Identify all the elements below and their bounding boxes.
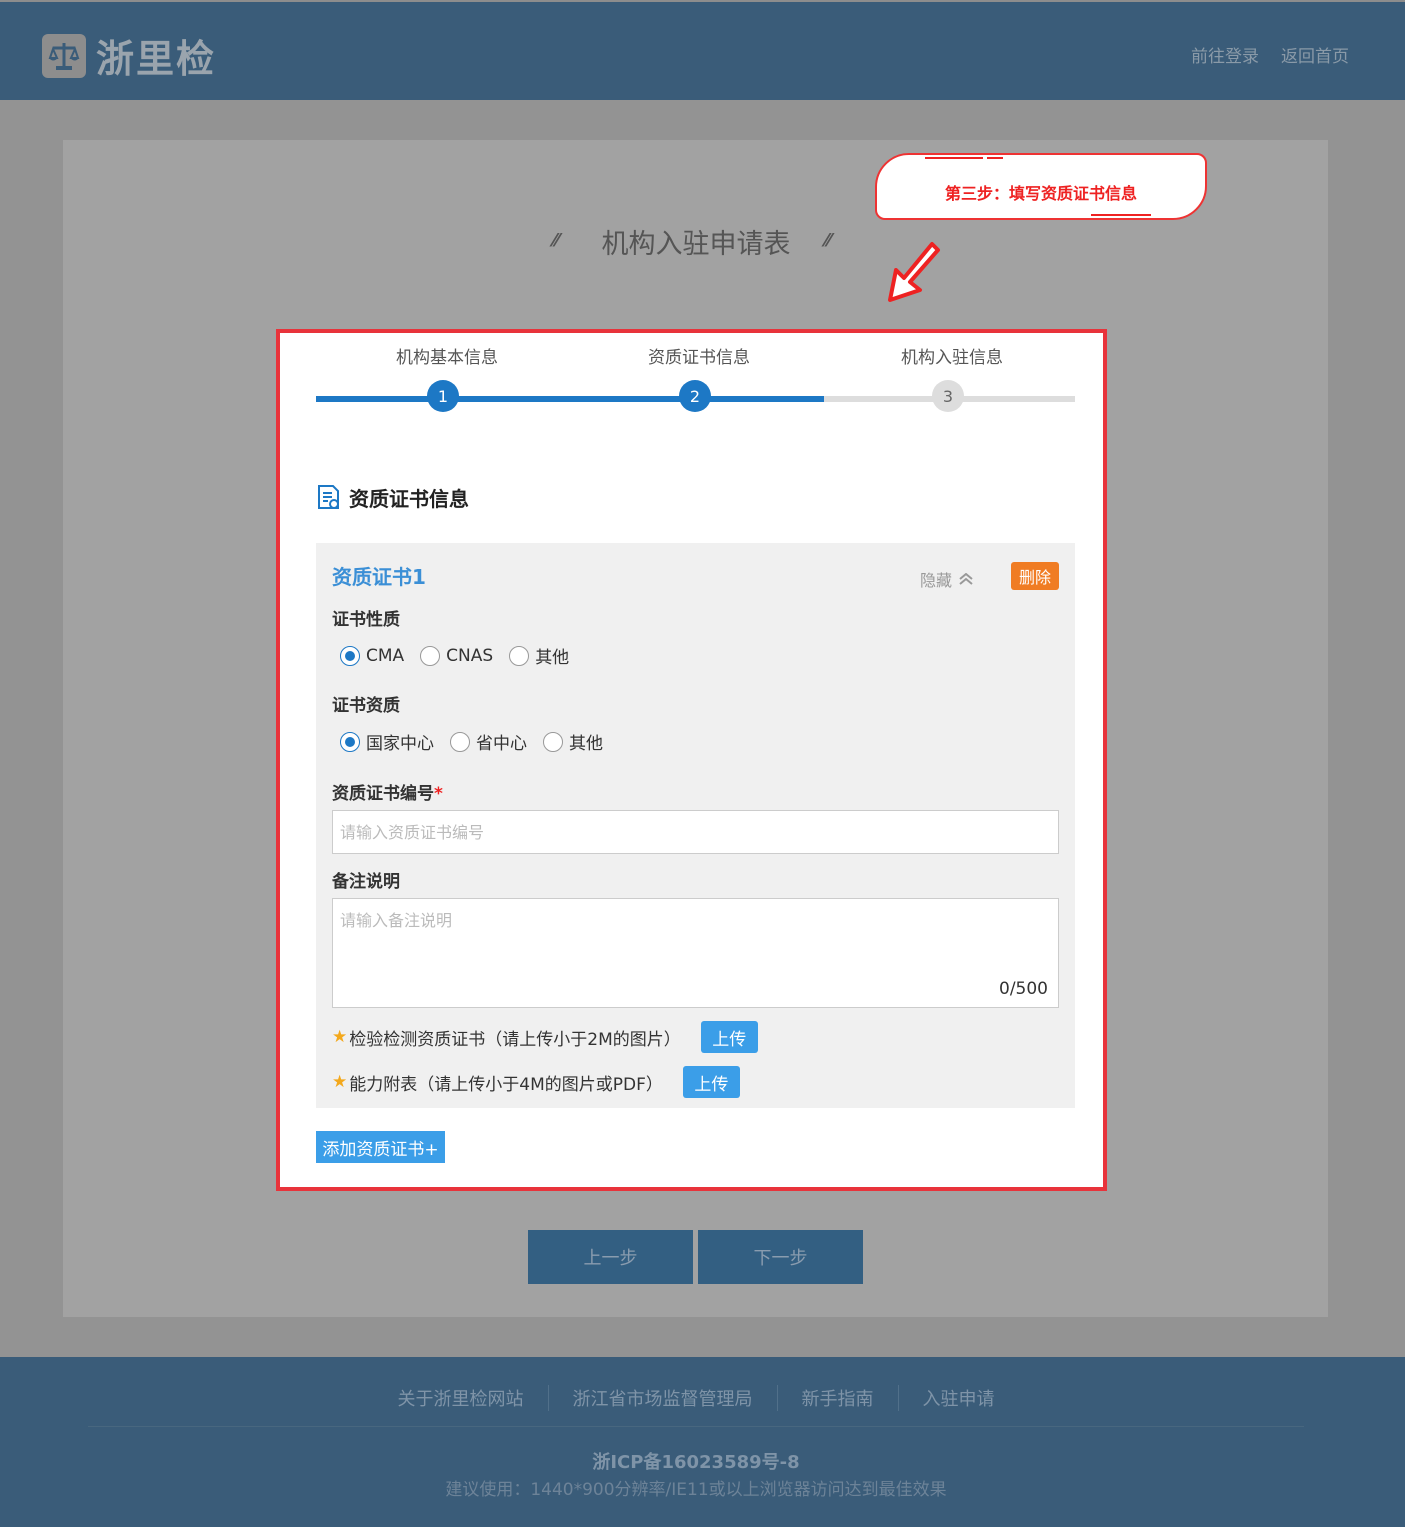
radio-label: 省中心 [476,734,527,754]
site-header: 浙里检 前往登录 返回首页 [0,0,1405,100]
radio-option-cnas[interactable]: CNAS [420,645,494,666]
title-decoration-right: ⁄⁄ [825,230,832,251]
qualification-label: 证书资质 [332,696,400,716]
certificate-number-input[interactable] [332,810,1059,854]
radio-option-national[interactable]: 国家中心 [340,729,434,754]
step-label-1: 机构基本信息 [396,348,498,368]
upload-row-capability: ★ 能力附表（请上传小于4M的图片或PDF） 上传 [332,1066,740,1098]
upload-capability-button[interactable]: 上传 [682,1066,740,1098]
radio-button[interactable] [450,731,470,752]
site-name: 浙里检 [96,37,217,81]
radio-option-cma[interactable]: CMA [340,645,405,666]
remark-label: 备注说明 [332,872,400,892]
site-logo[interactable]: 浙里检 [42,28,216,83]
application-form-card: 机构基本信息 资质证书信息 机构入驻信息 1 2 3 资质证书信息 资质证书1 … [276,329,1107,1191]
upload-certificate-text: 检验检测资质证书（请上传小于2M的图片） [349,1029,681,1050]
home-link[interactable]: 返回首页 [1281,42,1349,67]
callout-line-top-short [987,157,1003,159]
login-link[interactable]: 前往登录 [1191,42,1259,67]
radio-label: 国家中心 [366,734,434,754]
delete-button[interactable]: 删除 [1011,562,1059,590]
qualification-radio-group: 国家中心 省中心 其他 [340,729,619,754]
certificate-doc-icon [318,484,339,509]
footer-link-bureau[interactable]: 浙江省市场监督管理局 [547,1385,777,1411]
required-mark: * [434,784,443,804]
callout-text: 第三步：填写资质证书信息 [944,184,1137,203]
callout-line-top [925,157,983,159]
nature-radio-group: CMA CNAS 其他 [340,643,585,668]
step-circle-3: 3 [932,380,964,412]
radio-button-checked[interactable] [340,645,360,666]
header-links: 前往登录 返回首页 [1191,42,1349,67]
page-title: 机构入驻申请表 [601,229,791,260]
certificate-number-label: 资质证书编号* [332,779,443,804]
step-circle-2: 2 [679,380,711,412]
chevron-up-double-icon [959,573,973,585]
radio-label: CNAS [446,645,494,666]
prev-step-button[interactable]: 上一步 [528,1230,693,1284]
radio-option-provincial[interactable]: 省中心 [450,729,527,754]
step-label-3: 机构入驻信息 [901,348,1003,368]
radio-button[interactable] [509,645,530,666]
upload-capability-text: 能力附表（请上传小于4M的图片或PDF） [349,1074,663,1095]
footer-link-apply[interactable]: 入驻申请 [897,1385,1019,1411]
remark-textarea[interactable] [332,898,1059,1008]
upload-row-certificate: ★ 检验检测资质证书（请上传小于2M的图片） 上传 [332,1021,758,1053]
nature-label: 证书性质 [332,610,400,630]
next-step-button[interactable]: 下一步 [698,1230,863,1284]
section-title: 资质证书信息 [349,487,469,511]
hide-label: 隐藏 [920,571,953,590]
footer-links: 关于浙里检网站 浙江省市场监督管理局 新手指南 入驻申请 [0,1385,1392,1411]
add-certificate-button[interactable]: 添加资质证书+ [316,1131,445,1163]
radio-label: 其他 [569,734,603,754]
browser-advice: 建议使用：1440*900分辨率/IE11或以上浏览器访问达到最佳效果 [445,1480,947,1500]
certificate-block: 资质证书1 隐藏 删除 证书性质 CMA CNAS 其他 证书资质 国家中心 省… [316,543,1075,1108]
radio-button[interactable] [420,645,441,666]
certificate-number-label-text: 资质证书编号 [332,784,434,804]
star-icon: ★ [332,1027,348,1047]
step-label-2: 资质证书信息 [648,348,750,368]
remark-char-counter: 0/500 [999,979,1048,999]
star-icon: ★ [332,1072,348,1092]
hide-toggle[interactable]: 隐藏 [920,567,974,591]
annotation-callout: 第三步：填写资质证书信息 [875,153,1207,220]
footer-link-guide[interactable]: 新手指南 [776,1385,898,1411]
radio-option-other[interactable]: 其他 [543,729,603,754]
radio-option-other[interactable]: 其他 [509,643,569,668]
icp-record[interactable]: 浙ICP备16023589号-8 [0,1448,1392,1474]
callout-line-bottom [1091,214,1151,216]
radio-button-checked[interactable] [340,731,360,752]
section-header: 资质证书信息 [317,483,469,512]
radio-label: 其他 [535,648,570,668]
radio-label: CMA [366,645,405,666]
step-progress-done [316,396,824,402]
scales-icon [42,33,86,78]
upload-certificate-button[interactable]: 上传 [700,1021,758,1053]
footer-divider [88,1426,1304,1427]
footer-link-about[interactable]: 关于浙里检网站 [374,1385,548,1411]
site-footer: 关于浙里检网站 浙江省市场监督管理局 新手指南 入驻申请 浙ICP备160235… [0,1357,1405,1527]
pointer-arrow-icon [888,242,940,302]
radio-button[interactable] [543,731,563,752]
step-circle-1: 1 [427,380,459,412]
certificate-name: 资质证书1 [332,565,426,589]
